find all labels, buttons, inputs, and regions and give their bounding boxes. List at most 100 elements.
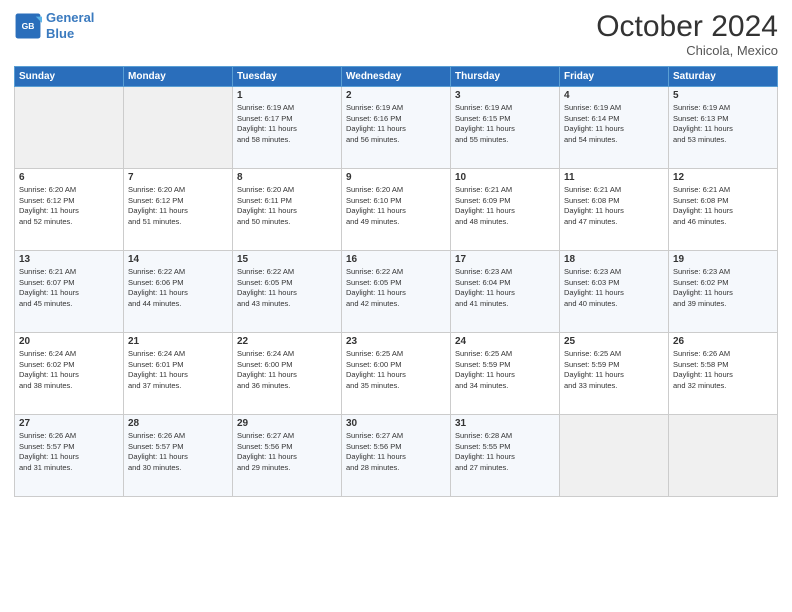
page: GB General Blue October 2024 Chicola, Me… xyxy=(0,0,792,612)
day-cell: 16Sunrise: 6:22 AMSunset: 6:05 PMDayligh… xyxy=(342,251,451,333)
day-cell: 21 Sunrise: 6:24 AMSunset: 6:01 PMDayligh… xyxy=(124,333,233,415)
day-cell: 14Sunrise: 6:22 AMSunset: 6:06 PMDayligh… xyxy=(124,251,233,333)
svg-text:GB: GB xyxy=(22,21,35,31)
week-row-1: 1Sunrise: 6:19 AMSunset: 6:17 PMDaylight… xyxy=(15,87,778,169)
day-cell: 23Sunrise: 6:25 AMSunset: 6:00 PMDayligh… xyxy=(342,333,451,415)
day-cell: 15 Sunrise: 6:22 AMSunset: 6:05 PMDayligh… xyxy=(233,251,342,333)
logo-general: General xyxy=(46,10,94,25)
day-cell: 27Sunrise: 6:26 AMSunset: 5:57 PMDayligh… xyxy=(15,415,124,497)
week-row-5: 27Sunrise: 6:26 AMSunset: 5:57 PMDayligh… xyxy=(15,415,778,497)
day-cell: 7 Sunrise: 6:20 AMSunset: 6:12 PMDaylight… xyxy=(124,169,233,251)
title-block: October 2024 Chicola, Mexico xyxy=(596,10,778,58)
day-cell: 25 Sunrise: 6:25 AMSunset: 5:59 PMDayligh… xyxy=(560,333,669,415)
day-number: 17 xyxy=(455,254,555,265)
day-number: 12 xyxy=(673,172,773,183)
day-info: Sunrise: 6:28 AMSunset: 5:55 PMDaylight:… xyxy=(455,431,555,473)
day-number: 31 xyxy=(455,418,555,429)
logo-text: General Blue xyxy=(46,10,94,41)
day-cell: 22Sunrise: 6:24 AMSunset: 6:00 PMDayligh… xyxy=(233,333,342,415)
day-number: 6 xyxy=(19,172,119,183)
day-info: Sunrise: 6:26 AMSunset: 5:57 PMDaylight:… xyxy=(19,431,119,473)
day-info: Sunrise: 6:24 AMSunset: 6:01 PMDaylight:… xyxy=(128,349,228,391)
day-cell: 31 Sunrise: 6:28 AMSunset: 5:55 PMDayligh… xyxy=(451,415,560,497)
day-info: Sunrise: 6:21 AMSunset: 6:09 PMDaylight:… xyxy=(455,185,555,227)
col-wednesday: Wednesday xyxy=(342,67,451,87)
day-info: Sunrise: 6:27 AMSunset: 5:56 PMDaylight:… xyxy=(346,431,446,473)
day-info: Sunrise: 6:26 AMSunset: 5:58 PMDaylight:… xyxy=(673,349,773,391)
day-cell xyxy=(560,415,669,497)
day-info: Sunrise: 6:20 AMSunset: 6:12 PMDaylight:… xyxy=(19,185,119,227)
day-number: 22 xyxy=(237,336,337,347)
day-info: Sunrise: 6:19 AMSunset: 6:16 PMDaylight:… xyxy=(346,103,446,145)
day-info: Sunrise: 6:20 AMSunset: 6:10 PMDaylight:… xyxy=(346,185,446,227)
col-thursday: Thursday xyxy=(451,67,560,87)
day-cell xyxy=(669,415,778,497)
day-number: 25 xyxy=(564,336,664,347)
day-number: 24 xyxy=(455,336,555,347)
calendar-table: Sunday Monday Tuesday Wednesday Thursday… xyxy=(14,66,778,497)
day-number: 28 xyxy=(128,418,228,429)
day-cell: 8 Sunrise: 6:20 AMSunset: 6:11 PMDaylight… xyxy=(233,169,342,251)
day-number: 18 xyxy=(564,254,664,265)
day-info: Sunrise: 6:21 AMSunset: 6:07 PMDaylight:… xyxy=(19,267,119,309)
day-number: 29 xyxy=(237,418,337,429)
day-number: 11 xyxy=(564,172,664,183)
day-number: 19 xyxy=(673,254,773,265)
day-info: Sunrise: 6:19 AMSunset: 6:13 PMDaylight:… xyxy=(673,103,773,145)
day-info: Sunrise: 6:19 AMSunset: 6:14 PMDaylight:… xyxy=(564,103,664,145)
day-info: Sunrise: 6:24 AMSunset: 6:02 PMDaylight:… xyxy=(19,349,119,391)
day-info: Sunrise: 6:22 AMSunset: 6:06 PMDaylight:… xyxy=(128,267,228,309)
day-number: 16 xyxy=(346,254,446,265)
day-cell: 12 Sunrise: 6:21 AMSunset: 6:08 PMDayligh… xyxy=(669,169,778,251)
day-info: Sunrise: 6:20 AMSunset: 6:11 PMDaylight:… xyxy=(237,185,337,227)
logo-blue: Blue xyxy=(46,26,74,41)
day-number: 3 xyxy=(455,90,555,101)
day-cell: 30 Sunrise: 6:27 AMSunset: 5:56 PMDayligh… xyxy=(342,415,451,497)
day-info: Sunrise: 6:22 AMSunset: 6:05 PMDaylight:… xyxy=(237,267,337,309)
col-monday: Monday xyxy=(124,67,233,87)
col-tuesday: Tuesday xyxy=(233,67,342,87)
day-info: Sunrise: 6:26 AMSunset: 5:57 PMDaylight:… xyxy=(128,431,228,473)
day-info: Sunrise: 6:20 AMSunset: 6:12 PMDaylight:… xyxy=(128,185,228,227)
day-number: 15 xyxy=(237,254,337,265)
day-cell: 5 Sunrise: 6:19 AMSunset: 6:13 PMDaylight… xyxy=(669,87,778,169)
logo: GB General Blue xyxy=(14,10,94,41)
day-info: Sunrise: 6:23 AMSunset: 6:03 PMDaylight:… xyxy=(564,267,664,309)
day-cell xyxy=(124,87,233,169)
day-number: 8 xyxy=(237,172,337,183)
header-row: Sunday Monday Tuesday Wednesday Thursday… xyxy=(15,67,778,87)
day-info: Sunrise: 6:19 AMSunset: 6:15 PMDaylight:… xyxy=(455,103,555,145)
day-info: Sunrise: 6:25 AMSunset: 5:59 PMDaylight:… xyxy=(455,349,555,391)
day-number: 21 xyxy=(128,336,228,347)
day-number: 23 xyxy=(346,336,446,347)
day-number: 4 xyxy=(564,90,664,101)
day-number: 5 xyxy=(673,90,773,101)
day-info: Sunrise: 6:19 AMSunset: 6:17 PMDaylight:… xyxy=(237,103,337,145)
day-cell: 1Sunrise: 6:19 AMSunset: 6:17 PMDaylight… xyxy=(233,87,342,169)
day-cell: 29 Sunrise: 6:27 AMSunset: 5:56 PMDayligh… xyxy=(233,415,342,497)
day-cell: 3 Sunrise: 6:19 AMSunset: 6:15 PMDaylight… xyxy=(451,87,560,169)
day-cell xyxy=(15,87,124,169)
week-row-4: 20 Sunrise: 6:24 AMSunset: 6:02 PMDayligh… xyxy=(15,333,778,415)
day-cell: 11Sunrise: 6:21 AMSunset: 6:08 PMDayligh… xyxy=(560,169,669,251)
day-info: Sunrise: 6:21 AMSunset: 6:08 PMDaylight:… xyxy=(673,185,773,227)
day-info: Sunrise: 6:25 AMSunset: 5:59 PMDaylight:… xyxy=(564,349,664,391)
day-number: 20 xyxy=(19,336,119,347)
col-saturday: Saturday xyxy=(669,67,778,87)
day-cell: 4 Sunrise: 6:19 AMSunset: 6:14 PMDaylight… xyxy=(560,87,669,169)
day-cell: 10 Sunrise: 6:21 AMSunset: 6:09 PMDayligh… xyxy=(451,169,560,251)
day-cell: 9 Sunrise: 6:20 AMSunset: 6:10 PMDaylight… xyxy=(342,169,451,251)
day-cell: 19Sunrise: 6:23 AMSunset: 6:02 PMDayligh… xyxy=(669,251,778,333)
day-cell: 6 Sunrise: 6:20 AMSunset: 6:12 PMDaylight… xyxy=(15,169,124,251)
day-cell: 13Sunrise: 6:21 AMSunset: 6:07 PMDayligh… xyxy=(15,251,124,333)
day-cell: 18 Sunrise: 6:23 AMSunset: 6:03 PMDayligh… xyxy=(560,251,669,333)
day-number: 30 xyxy=(346,418,446,429)
day-cell: 26Sunrise: 6:26 AMSunset: 5:58 PMDayligh… xyxy=(669,333,778,415)
day-number: 9 xyxy=(346,172,446,183)
day-number: 10 xyxy=(455,172,555,183)
day-info: Sunrise: 6:27 AMSunset: 5:56 PMDaylight:… xyxy=(237,431,337,473)
day-cell: 2Sunrise: 6:19 AMSunset: 6:16 PMDaylight… xyxy=(342,87,451,169)
day-info: Sunrise: 6:23 AMSunset: 6:04 PMDaylight:… xyxy=(455,267,555,309)
day-number: 7 xyxy=(128,172,228,183)
col-sunday: Sunday xyxy=(15,67,124,87)
